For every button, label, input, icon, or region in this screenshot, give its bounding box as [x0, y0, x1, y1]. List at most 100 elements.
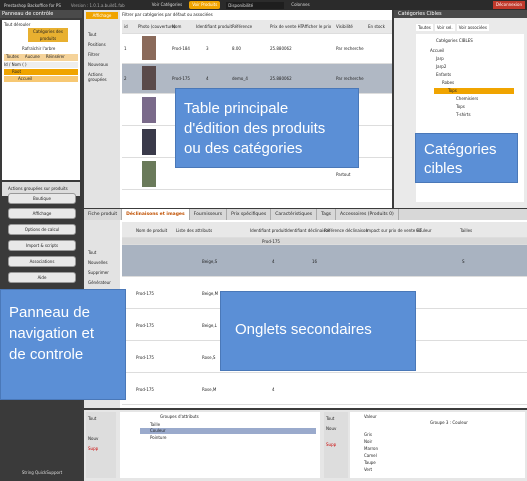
value-item[interactable]: Taupe	[364, 460, 376, 465]
view-products-button[interactable]: Voir Produits	[189, 1, 221, 9]
cat-node-selected[interactable]: Tops	[434, 88, 514, 94]
row-attrs: Rose,S	[202, 355, 216, 360]
sub-col[interactable]: Nom de produit	[136, 228, 167, 233]
positions-button[interactable]: Positions	[88, 42, 106, 47]
tab-product-sheet[interactable]: Fiche produit	[84, 209, 123, 220]
display-button[interactable]: Affichage	[8, 208, 76, 219]
cat-tab-selected[interactable]: Voir sel.	[434, 24, 455, 31]
shop-button[interactable]: Boutique	[8, 193, 76, 204]
tree-node-root[interactable]: Root	[4, 69, 78, 75]
col-reference[interactable]: Référence	[232, 24, 252, 29]
sub-new-button[interactable]: Nouvelles	[88, 260, 108, 265]
value-item[interactable]: Marron	[364, 446, 378, 451]
attr-group-item-selected[interactable]: Couleur	[140, 428, 316, 434]
bottom-all-button[interactable]: Tout	[88, 416, 96, 421]
expand-all-link[interactable]: Tout dérouler	[4, 22, 30, 27]
callout-line: d'édition des produits	[184, 120, 326, 137]
bottom-new-button[interactable]: Nouv	[88, 436, 98, 441]
help-button[interactable]: Aide	[8, 272, 76, 283]
associations-button[interactable]: Associations	[8, 256, 76, 267]
cat-tab-all[interactable]: Toutes	[416, 24, 433, 31]
sub-col[interactable]: Liste des attributs	[176, 228, 212, 233]
view-categories-button[interactable]: Voir Catégories	[149, 1, 185, 9]
tab-combinations[interactable]: Déclinaisons et images	[122, 209, 190, 220]
quicksupport-link[interactable]: String QuickSupport	[8, 470, 76, 478]
value-item[interactable]: Vert	[364, 467, 372, 472]
reinsert-filter[interactable]: Réinsérer	[44, 54, 67, 61]
table-row[interactable]: 1 Prod-184 3 8.00 25.880062 Par recherch…	[122, 34, 392, 64]
product-photo	[142, 97, 156, 123]
col-name[interactable]: Nom	[172, 24, 181, 29]
values-new-button[interactable]: Nouv	[326, 426, 336, 431]
import-scripts-button[interactable]: Import & scripts	[8, 240, 76, 251]
tab-tags[interactable]: Tags	[317, 209, 337, 220]
col-visibility[interactable]: Visibilité	[336, 24, 353, 29]
category-tree[interactable]: Tout dérouler Catégories des produits Ra…	[2, 20, 80, 180]
cat-node[interactable]: Tops	[456, 104, 465, 109]
value-item[interactable]: Gris	[364, 432, 372, 437]
col-id[interactable]: id	[124, 24, 128, 29]
cat-node[interactable]: Jarp	[436, 56, 444, 61]
cat-node[interactable]: Enfants	[436, 72, 451, 77]
cat-tab-associated[interactable]: Voir associées	[456, 24, 489, 31]
table-row[interactable]: Prod-175 Rose,M 4	[122, 373, 527, 405]
row-attrs: Beige,S	[202, 259, 218, 264]
sub-col[interactable]: Couleur	[416, 228, 432, 233]
all-button[interactable]: Tout	[88, 32, 96, 37]
col-show-price[interactable]: Afficher le prix	[302, 24, 331, 29]
product-photo	[142, 161, 156, 187]
tab-specific-prices[interactable]: Prix spécifiques	[227, 209, 272, 220]
product-categories-button[interactable]: Catégories des produits	[28, 28, 68, 42]
table-row[interactable]: Beige,S 4 16 S	[122, 245, 527, 277]
cat-node[interactable]: Accueil	[430, 48, 444, 53]
sub-col[interactable]: Identifiant produit	[250, 228, 286, 233]
cat-node[interactable]: Jarp2	[436, 64, 446, 69]
grouped-actions-button[interactable]: Actions groupées	[88, 72, 120, 82]
calc-options-button[interactable]: Options de calcul	[8, 224, 76, 235]
col-stock[interactable]: En stock	[368, 24, 385, 29]
secondary-tabs-callout: Onglets secondaires	[220, 291, 416, 371]
sub-all-button[interactable]: Tout	[88, 250, 96, 255]
none-filter[interactable]: Aucune	[23, 54, 42, 61]
attribute-groups-list[interactable]: Groupes d'attributs Taille Couleur Point…	[120, 412, 320, 478]
value-item[interactable]: Noir	[364, 439, 372, 444]
col-price[interactable]: Prix de vente HT	[270, 24, 303, 29]
col-photo[interactable]: Photo (couverture)	[138, 24, 176, 29]
filter-button[interactable]: Filtrer	[88, 52, 99, 57]
tab-accessories[interactable]: Accessoires (Produits 0)	[336, 209, 399, 220]
attr-group-item[interactable]: Pointure	[150, 435, 166, 440]
new-button[interactable]: Nouveaux	[88, 62, 108, 67]
tab-suppliers[interactable]: Fournisseurs	[190, 209, 228, 220]
display-tab[interactable]: Affichage	[86, 12, 118, 19]
availability-combo[interactable]: Disponibilité	[226, 1, 285, 9]
all-filter[interactable]: Toutes	[4, 54, 21, 61]
refresh-tree-link[interactable]: Rafraîchir l'arbre	[22, 46, 55, 51]
sub-col[interactable]: Tailles	[460, 228, 472, 233]
callout-line: navigation et	[9, 325, 95, 342]
values-all-button[interactable]: Tout	[326, 416, 334, 421]
row-name: Prod-175	[136, 387, 154, 392]
left-panel-header: Panneau de contrôle	[0, 10, 82, 18]
sub-delete-button[interactable]: Supprimer	[88, 270, 109, 275]
sub-col[interactable]: Référence déclinaison	[324, 228, 368, 233]
tree-node-home[interactable]: Accueil	[4, 76, 78, 82]
tab-features[interactable]: Caractéristiques	[271, 209, 318, 220]
sub-generator-button[interactable]: Générateur	[88, 280, 111, 285]
bottom-delete-button[interactable]: Supp	[88, 446, 98, 451]
disconnect-button[interactable]: Déconnexion	[492, 1, 525, 9]
row-name: Prod-175	[136, 355, 154, 360]
callout-line: Table principale	[184, 100, 289, 117]
cat-node[interactable]: Chemisiers	[456, 96, 478, 101]
cat-node[interactable]: T-shirts	[456, 112, 471, 117]
attr-group-item[interactable]: Taille	[150, 422, 160, 427]
attribute-values-list[interactable]: Valeur Groupe 3 : Couleur Gris Noir Marr…	[350, 412, 525, 478]
sub-col[interactable]: Impact sur prix de vente HT	[366, 228, 422, 233]
product-photo	[142, 36, 156, 60]
col-product-id[interactable]: Identifiant produit	[196, 24, 232, 29]
values-delete-button[interactable]: Supp	[326, 442, 336, 447]
value-item[interactable]: Camel	[364, 453, 377, 458]
row-ref: 8.00	[232, 46, 241, 51]
cat-node[interactable]: Robes	[442, 80, 454, 85]
grouped-actions-label[interactable]: Actions groupées sur produits	[8, 186, 68, 191]
columns-button[interactable]: Colonnes	[288, 1, 312, 9]
